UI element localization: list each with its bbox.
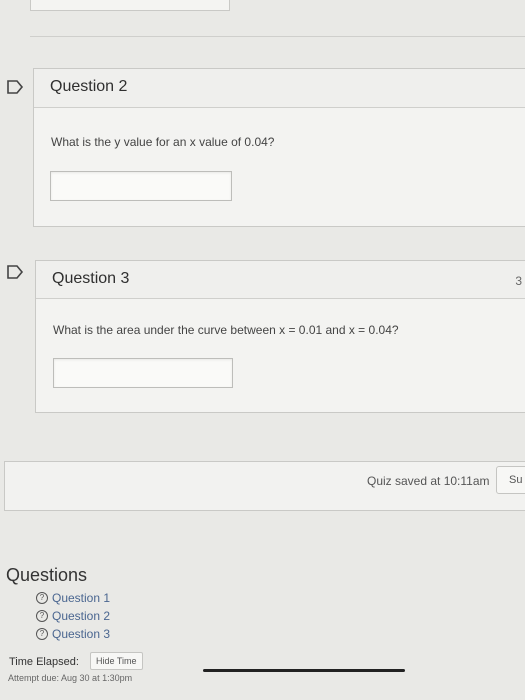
questions-list-item-label[interactable]: Question 3 — [52, 627, 110, 641]
time-elapsed-label: Time Elapsed: — [9, 656, 79, 668]
previous-answer-box[interactable] — [30, 0, 230, 11]
questions-list-item-label[interactable]: Question 2 — [52, 609, 110, 623]
questions-list-item-label[interactable]: Question 1 — [52, 591, 110, 605]
submit-quiz-button[interactable]: Su — [496, 466, 525, 494]
question-3-panel: Question 3 3 What is the area under the … — [35, 260, 525, 413]
flag-icon[interactable] — [6, 80, 24, 94]
flag-icon[interactable] — [6, 265, 24, 279]
question-2-header: Question 2 — [34, 69, 525, 108]
questions-list-item-2[interactable]: ? Question 2 — [36, 607, 110, 625]
attempt-due-text: Attempt due: Aug 30 at 1:30pm — [8, 673, 133, 683]
scroll-indicator-bar — [203, 669, 405, 672]
question-2-answer-input[interactable] — [50, 171, 232, 201]
question-3-header: Question 3 3 — [36, 261, 525, 299]
questions-list-item-3[interactable]: ? Question 3 — [36, 625, 110, 643]
questions-heading: Questions — [6, 565, 88, 585]
question-3-answer-input[interactable] — [53, 358, 233, 388]
question-2-text: What is the y value for an x value of 0.… — [51, 135, 275, 149]
question-2-panel: Question 2 What is the y value for an x … — [33, 68, 525, 227]
question-2-title: Question 2 — [50, 78, 128, 95]
hide-time-button[interactable]: Hide Time — [90, 652, 143, 670]
questions-list: ? Question 1 ? Question 2 ? Question 3 — [36, 589, 110, 643]
question-circle-icon: ? — [36, 592, 48, 604]
question-3-text: What is the area under the curve between… — [53, 323, 399, 337]
question-circle-icon: ? — [36, 628, 48, 640]
question-circle-icon: ? — [36, 610, 48, 622]
question-3-points-fragment: 3 — [515, 274, 522, 288]
questions-list-item-1[interactable]: ? Question 1 — [36, 589, 110, 607]
quiz-saved-status: Quiz saved at 10:11am — [367, 474, 490, 488]
question-3-title: Question 3 — [52, 270, 130, 287]
